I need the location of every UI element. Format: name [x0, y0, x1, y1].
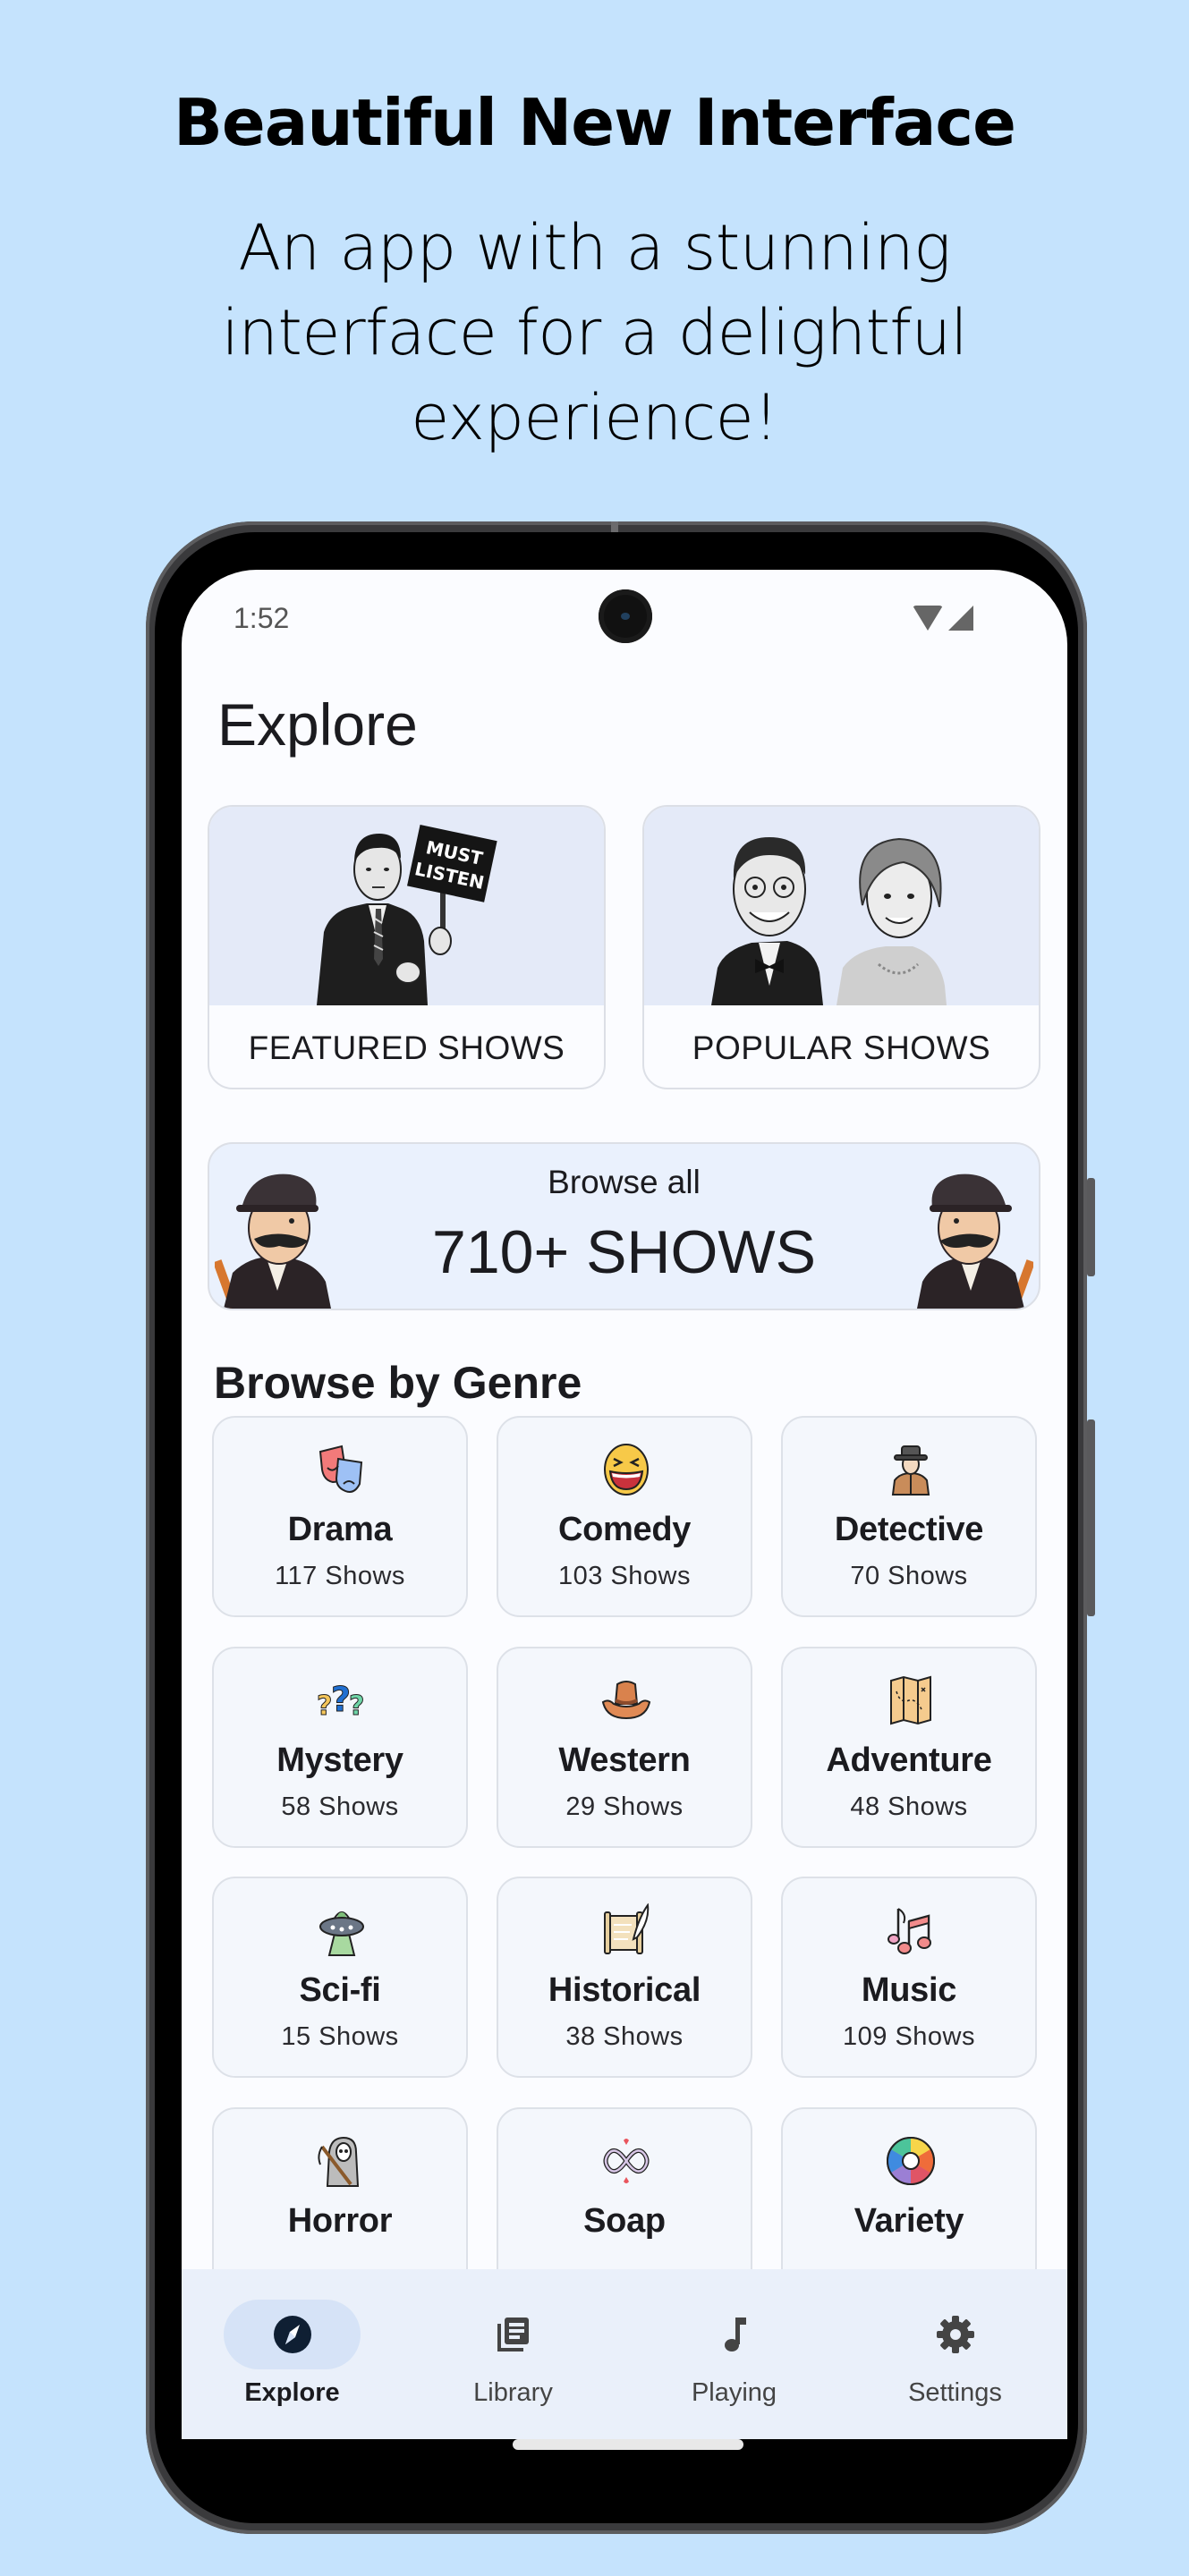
cowboy-hat-icon [601, 1681, 651, 1720]
genre-card-historical[interactable]: Historical 38 Shows [497, 1877, 752, 2078]
gear-icon [937, 2316, 974, 2353]
featured-shows-label: FEATURED SHOWS [248, 1030, 565, 1066]
genre-count: 15 Shows [281, 2022, 399, 2051]
detective-icon [891, 1445, 930, 1496]
theater-masks-icon [318, 1445, 363, 1493]
genre-name: Comedy [557, 1511, 692, 1548]
genre-count: 29 Shows [565, 1792, 684, 1821]
svg-text:?: ? [331, 1680, 351, 1719]
genre-count: 117 Shows [275, 1562, 405, 1590]
genre-count: 70 Shows [850, 1562, 968, 1590]
genre-card-mystery[interactable]: ? ? ? Mystery 58 Shows [212, 1647, 468, 1848]
phone-seam [611, 521, 618, 532]
volume-button [1087, 1419, 1095, 1616]
popular-shows-card[interactable]: POPULAR SHOWS [642, 805, 1040, 1089]
nav-label: Explore [244, 2378, 340, 2407]
browse-all-card[interactable]: Browse all 710+ SHOWS [208, 1142, 1040, 1310]
promo-subtitle-line: interface for a delightful [221, 296, 968, 369]
laughing-face-icon [604, 1444, 649, 1496]
svg-text:?: ? [349, 1690, 364, 1722]
nav-label: Settings [908, 2378, 1002, 2407]
vintage-couple-illustration [711, 837, 947, 1005]
nav-label: Library [473, 2378, 553, 2407]
power-button [1087, 1178, 1095, 1276]
promo-subtitle: An app with a stunning interface for a d… [179, 206, 1010, 461]
genre-name: Historical [548, 1971, 701, 2009]
ufo-icon [319, 1911, 364, 1956]
genre-card-comedy[interactable]: Comedy 103 Shows [497, 1416, 752, 1617]
promo-subtitle-line: experience! [411, 381, 778, 454]
front-camera [599, 589, 652, 643]
nav-playing[interactable]: Playing [624, 2269, 845, 2439]
nav-settings[interactable]: Settings [845, 2269, 1066, 2439]
man-with-sign-illustration: MUST LISTEN [317, 824, 497, 1005]
genre-name: Variety [854, 2202, 964, 2240]
wifi-icon [913, 606, 943, 631]
genre-name: Adventure [826, 1741, 992, 1779]
infinity-hearts-icon [603, 2139, 650, 2183]
genre-card-adventure[interactable]: Adventure 48 Shows [781, 1647, 1037, 1848]
phone-bezel: 1:52 Explore MUST LISTEN FEATURED SHOWS … [155, 532, 1078, 2523]
status-icons [913, 606, 973, 631]
app-screen: 1:52 Explore MUST LISTEN FEATURED SHOWS … [182, 570, 1067, 2439]
genre-card-detective[interactable]: Detective 70 Shows [781, 1416, 1037, 1617]
genre-count: 109 Shows [843, 2022, 975, 2051]
cellular-signal-icon [948, 606, 973, 631]
genre-name: Horror [287, 2202, 393, 2240]
genre-card-sci-fi[interactable]: Sci-fi 15 Shows [212, 1877, 468, 2078]
question-marks-icon: ? ? ? [317, 1680, 365, 1723]
grim-reaper-icon [318, 2136, 360, 2187]
nav-explore[interactable]: Explore [182, 2269, 403, 2439]
nav-library[interactable]: Library [403, 2269, 624, 2439]
music-notes-icon [888, 1908, 931, 1954]
status-bar: 1:52 [182, 570, 1067, 668]
genre-name: Mystery [276, 1741, 403, 1779]
compass-icon [274, 2316, 311, 2353]
genre-count: 58 Shows [281, 1792, 399, 1821]
browse-by-genre-title: Browse by Genre [214, 1358, 582, 1408]
genre-name: Sci-fi [299, 1971, 381, 2009]
genre-name: Western [558, 1741, 691, 1779]
genre-card-music[interactable]: Music 109 Shows [781, 1877, 1037, 2078]
color-wheel-icon [887, 2137, 935, 2185]
status-time: 1:52 [234, 602, 290, 634]
treasure-map-icon [890, 1675, 931, 1725]
genre-card-western[interactable]: Western 29 Shows [497, 1647, 752, 1848]
genre-count: 38 Shows [565, 2022, 684, 2051]
music-note-icon [725, 2318, 746, 2351]
page-title: Explore [217, 691, 418, 758]
popular-shows-image [644, 807, 1039, 1005]
genre-count: 48 Shows [850, 1792, 968, 1821]
mascot-right-illustration [917, 1174, 1033, 1309]
genre-name: Drama [287, 1511, 393, 1548]
phone-frame: 1:52 Explore MUST LISTEN FEATURED SHOWS … [146, 521, 1095, 2534]
featured-shows-card[interactable]: MUST LISTEN FEATURED SHOWS [208, 805, 606, 1089]
svg-text:?: ? [317, 1690, 332, 1722]
nav-label: Playing [691, 2378, 777, 2407]
bottom-navigation: Explore Library Playing Settings [182, 2269, 1067, 2439]
scroll-quill-icon [604, 1903, 650, 1954]
genre-name: Music [861, 1971, 957, 2009]
genre-count: 103 Shows [558, 1562, 691, 1590]
home-gesture-bar[interactable] [513, 2439, 743, 2450]
popular-shows-label: POPULAR SHOWS [692, 1030, 991, 1066]
genre-name: Soap [583, 2202, 666, 2240]
promo-subtitle-line: An app with a stunning [238, 211, 951, 284]
promo-title: Beautiful New Interface [174, 85, 1016, 160]
featured-shows-image: MUST LISTEN [209, 807, 604, 1005]
genre-name: Detective [834, 1511, 984, 1548]
genre-card-drama[interactable]: Drama 117 Shows [212, 1416, 468, 1617]
library-icon [497, 2318, 529, 2351]
